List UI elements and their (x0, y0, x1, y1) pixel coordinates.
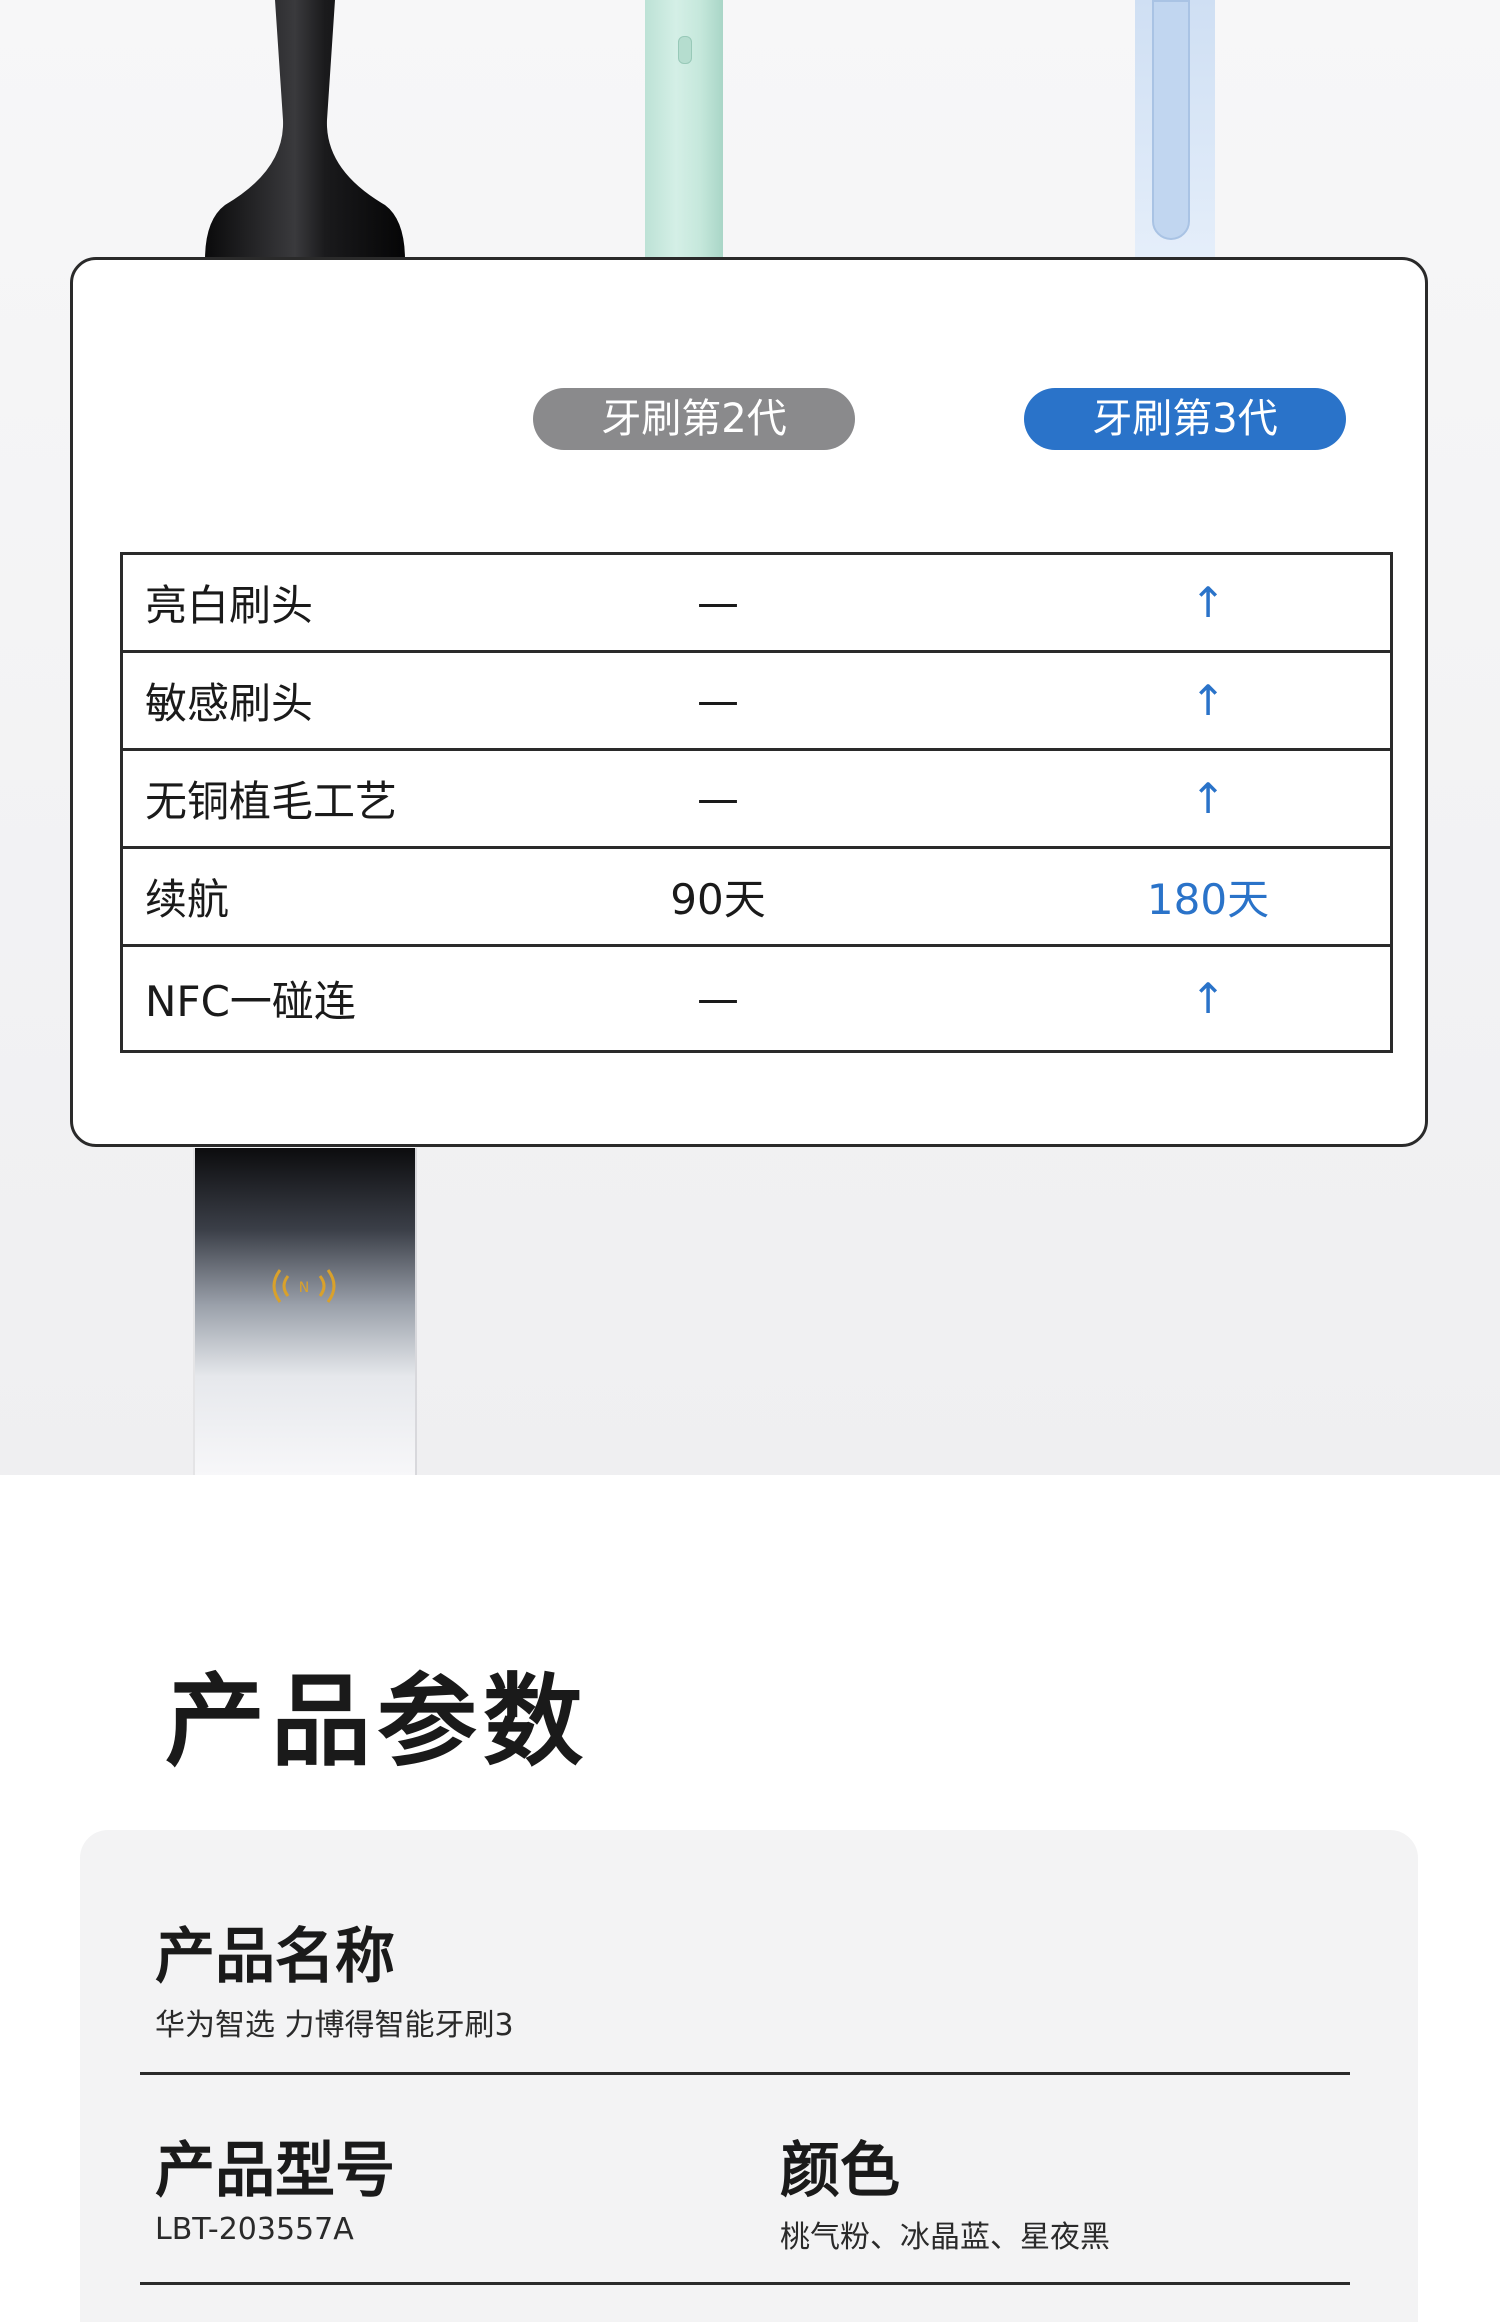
gen2-value: — (697, 676, 739, 725)
gen3-value: ↑ (1190, 676, 1226, 725)
feature-label: 敏感刷头 (145, 679, 314, 728)
gen2-value: — (697, 774, 739, 823)
black-toothbrush-handle-image (193, 1148, 417, 1475)
gen2-value: 90天 (670, 875, 766, 924)
nfc-icon: N (272, 1269, 336, 1303)
product-model-value: LBT-203557A (155, 2212, 354, 2247)
blue-toothbrush-button (1152, 0, 1190, 240)
table-row: NFC一碰连 — ↑ (123, 947, 1390, 1050)
mint-toothbrush-button (678, 36, 692, 64)
feature-label: 无铜植毛工艺 (145, 777, 398, 826)
product-model-label: 产品型号 (155, 2136, 395, 2206)
table-row: 无铜植毛工艺 — ↑ (123, 751, 1390, 849)
table-row: 续航 90天 180天 (123, 849, 1390, 947)
params-card (80, 1830, 1418, 2322)
product-name-label: 产品名称 (155, 1922, 395, 1992)
feature-label: 续航 (145, 875, 230, 924)
color-label: 颜色 (780, 2136, 900, 2206)
product-name-value: 华为智选 力博得智能牙刷3 (155, 2008, 514, 2043)
feature-label: 亮白刷头 (145, 581, 314, 630)
version-pill-gen3: 牙刷第3代 (1024, 388, 1346, 450)
svg-text:N: N (299, 1280, 309, 1296)
gen3-value: 180天 (1146, 875, 1270, 924)
gen2-value: — (697, 578, 739, 627)
version-pill-gen2: 牙刷第2代 (533, 388, 855, 450)
comparison-table: 亮白刷头 — ↑ 敏感刷头 — ↑ 无铜植毛工艺 — ↑ 续航 90天 180天… (120, 552, 1393, 1053)
color-value: 桃气粉、冰晶蓝、星夜黑 (780, 2220, 1110, 2255)
params-title: 产品参数 (165, 1663, 589, 1780)
gen3-value: ↑ (1190, 774, 1226, 823)
gen3-value: ↑ (1190, 974, 1226, 1023)
black-toothbrush-head-image (205, 0, 405, 260)
feature-label: NFC一碰连 (145, 977, 356, 1026)
gen3-value: ↑ (1190, 578, 1226, 627)
param-divider (140, 2282, 1350, 2285)
table-row: 亮白刷头 — ↑ (123, 555, 1390, 653)
table-row: 敏感刷头 — ↑ (123, 653, 1390, 751)
gen2-value: — (697, 974, 739, 1023)
param-divider (140, 2072, 1350, 2075)
